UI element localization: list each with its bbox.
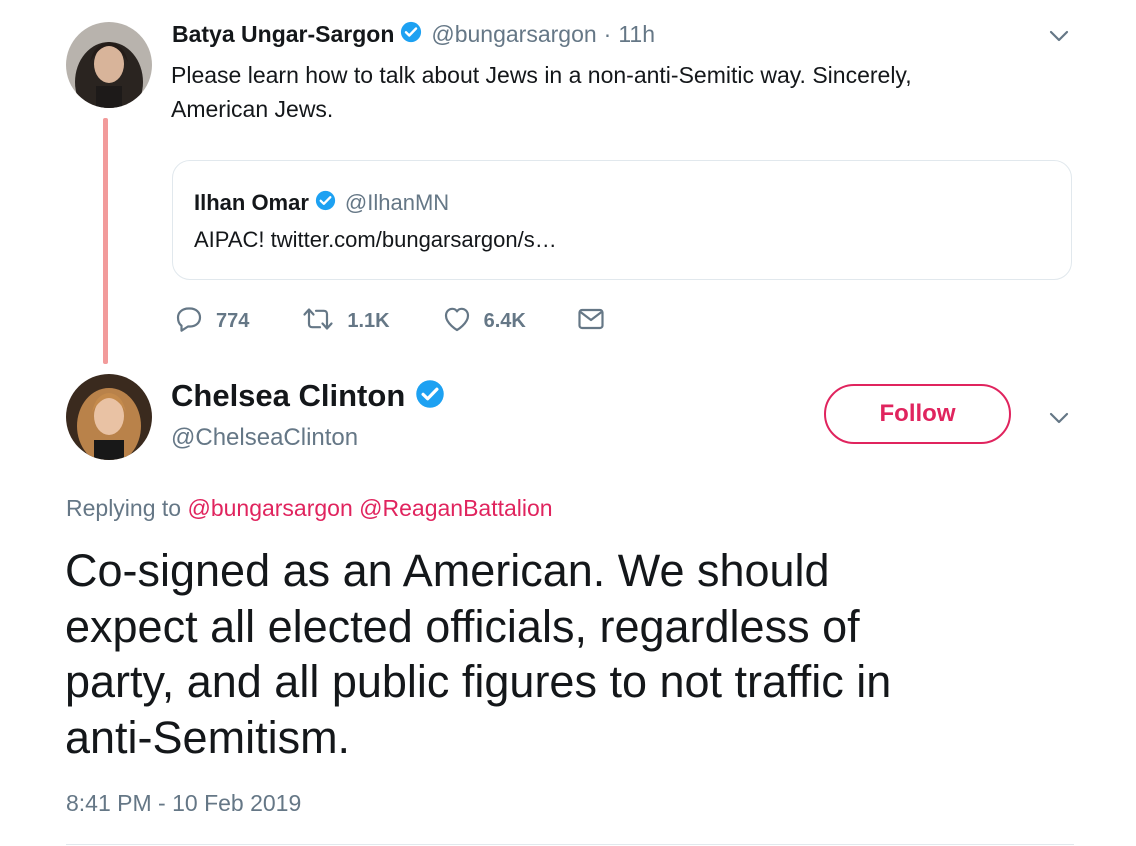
avatar-chelsea[interactable] — [66, 374, 152, 460]
avatar-batya[interactable] — [66, 22, 152, 108]
chevron-down-icon[interactable] — [1047, 24, 1071, 48]
retweet-count: 1.1K — [347, 310, 390, 332]
quoted-tweet-header: Ilhan Omar @IlhanMN — [194, 188, 449, 218]
retweet-icon — [301, 304, 335, 339]
verified-badge-icon — [400, 21, 422, 48]
chevron-down-icon[interactable] — [1047, 406, 1071, 430]
follow-button[interactable]: Follow — [824, 384, 1011, 444]
parent-tweet-text: Please learn how to talk about Jews in a… — [171, 58, 912, 126]
verified-badge-icon — [315, 190, 336, 216]
main-author-name[interactable]: Chelsea Clinton — [171, 378, 405, 414]
parent-handle[interactable]: @bungarsargon — [431, 21, 596, 48]
parent-tweet-text-line: Please learn how to talk about Jews in a… — [171, 62, 912, 88]
main-tweet-text-line: anti-Semitism. — [65, 711, 351, 763]
retweet-button[interactable]: 1.1K — [301, 304, 390, 339]
main-tweet-header: Chelsea Clinton — [171, 376, 445, 416]
parent-tweet-text-line: American Jews. — [171, 96, 334, 122]
quoted-tweet-text: AIPAC! twitter.com/bungarsargon/s… — [194, 227, 557, 252]
parent-time[interactable]: 11h — [618, 21, 655, 48]
quoted-author-name: Ilhan Omar — [194, 190, 309, 215]
like-icon — [442, 304, 472, 339]
replying-to-line: Replying to @bungarsargon @ReaganBattali… — [66, 495, 553, 522]
reply-icon — [174, 304, 204, 339]
main-tweet-text-line: Co-signed as an American. We should — [65, 545, 830, 596]
like-button[interactable]: 6.4K — [442, 304, 526, 339]
direct-message-button[interactable] — [576, 304, 606, 339]
tweet-timestamp[interactable]: 8:41 PM - 10 Feb 2019 — [66, 790, 301, 817]
parent-tweet-header: Batya Ungar-Sargon @bungarsargon · 11h — [172, 19, 655, 49]
thread-connector-line — [103, 118, 108, 364]
parent-author-name[interactable]: Batya Ungar-Sargon — [172, 21, 394, 48]
verified-badge-icon — [415, 379, 445, 414]
quoted-handle: @IlhanMN — [344, 190, 450, 215]
main-tweet-text: Co-signed as an American. We should expe… — [65, 543, 891, 765]
quoted-tweet-card[interactable]: Ilhan Omar @IlhanMN AIPAC! twitter.com/b… — [172, 160, 1072, 280]
main-tweet-text-line: party, and all public figures to not tra… — [65, 656, 892, 707]
mention-link[interactable]: @bungarsargon — [187, 495, 352, 521]
replying-to-label: Replying to — [66, 495, 182, 521]
message-icon — [576, 304, 606, 339]
tweet-action-bar: 774 1.1K 6.4K — [174, 304, 656, 339]
like-count: 6.4K — [483, 310, 526, 332]
main-tweet-text-line: expect all elected officials, regardless… — [65, 600, 860, 652]
reply-button[interactable]: 774 — [174, 304, 249, 339]
main-handle[interactable]: @ChelseaClinton — [171, 424, 358, 452]
divider — [66, 844, 1074, 845]
parent-separator: · — [603, 20, 612, 47]
mention-link[interactable]: @ReaganBattalion — [359, 495, 552, 521]
reply-count: 774 — [216, 310, 250, 332]
